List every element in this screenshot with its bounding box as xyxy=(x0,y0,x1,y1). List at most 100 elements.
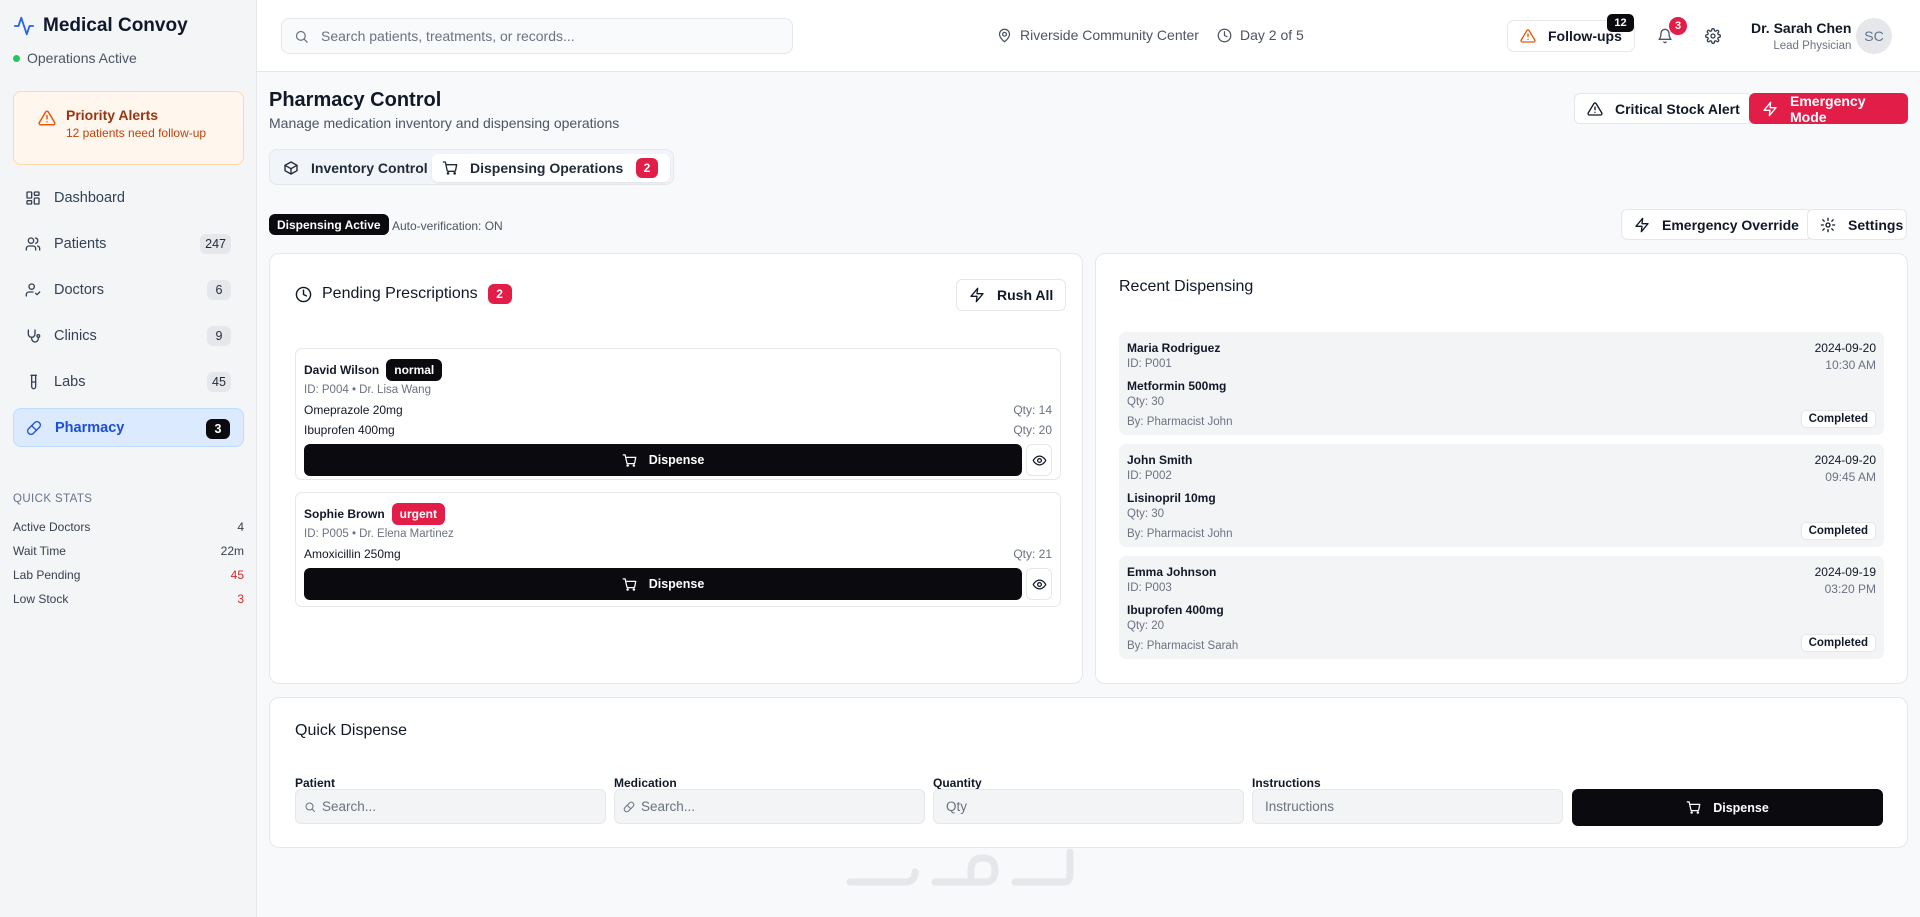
quantity-input[interactable] xyxy=(946,799,1243,814)
instructions-field[interactable] xyxy=(1252,789,1563,824)
watermark-logo xyxy=(845,842,1075,892)
quick-stat-row: Low Stock 3 xyxy=(13,587,244,611)
emergency-override-label: Emergency Override xyxy=(1662,216,1799,233)
sidebar-item-patients[interactable]: Patients 247 xyxy=(13,224,244,263)
quick-stat-row: Wait Time 22m xyxy=(13,539,244,563)
cart-icon xyxy=(622,453,637,468)
sidebar-item-label: Dashboard xyxy=(54,189,125,206)
record-time: 03:20 PM xyxy=(1824,582,1876,596)
top-header: Riverside Community Center Day 2 of 5 Fo… xyxy=(257,0,1920,72)
tab-count-badge: 2 xyxy=(636,158,658,178)
quick-dispense-button[interactable]: Dispense xyxy=(1572,789,1883,826)
users-icon xyxy=(25,236,41,252)
cart-icon xyxy=(622,577,637,592)
status-badge: Completed xyxy=(1800,410,1876,428)
dispense-button[interactable]: Dispense xyxy=(304,444,1022,476)
sidebar-nav: Dashboard Patients 247 Doctors 6 Clinics… xyxy=(13,178,244,454)
quick-dispense-label: Dispense xyxy=(1713,800,1769,815)
pending-prescriptions-title: Pending Prescriptions xyxy=(322,285,478,302)
dispense-label: Dispense xyxy=(648,453,705,467)
global-search[interactable] xyxy=(281,18,793,54)
medication-row: Omeprazole 20mg Qty: 14 xyxy=(304,403,1052,417)
quick-stat-value: 4 xyxy=(237,520,244,534)
patient-id: ID: P003 xyxy=(1127,582,1172,594)
quantity-field[interactable] xyxy=(933,789,1244,824)
pending-count-badge: 2 xyxy=(487,284,512,304)
view-details-button[interactable] xyxy=(1026,568,1052,600)
sidebar-item-pharmacy[interactable]: Pharmacy 3 xyxy=(13,408,244,447)
sidebar-item-count: 6 xyxy=(207,280,231,300)
sidebar-item-doctors[interactable]: Doctors 6 xyxy=(13,270,244,309)
medication-qty: Qty: 14 xyxy=(1013,403,1052,417)
medication-qty: Qty: 30 xyxy=(1127,396,1165,408)
location-text: Riverside Community Center xyxy=(1020,27,1199,43)
medication-field[interactable] xyxy=(614,789,925,824)
recent-dispensing-card: Recent Dispensing Maria Rodriguez 2024-09… xyxy=(1095,253,1908,684)
patient-field[interactable] xyxy=(295,789,606,824)
record-date: 2024-09-20 xyxy=(1814,453,1876,467)
emergency-mode-button[interactable]: Emergency Mode xyxy=(1749,93,1908,125)
sidebar-item-clinics[interactable]: Clinics 9 xyxy=(13,316,244,355)
tab-inventory-control[interactable]: Inventory Control xyxy=(273,154,438,182)
dispensed-by: By: Pharmacist John xyxy=(1127,528,1233,540)
prescription-card: David Wilson normal ID: P004 • Dr. Lisa … xyxy=(295,348,1061,480)
sidebar-item-count: 9 xyxy=(207,326,231,346)
sidebar: Medical Convoy Operations Active Priorit… xyxy=(0,0,257,917)
dispense-label: Dispense xyxy=(648,577,705,591)
status-badge: Completed xyxy=(1800,634,1876,652)
emergency-override-button[interactable]: Emergency Override xyxy=(1621,209,1812,240)
record-time: 09:45 AM xyxy=(1825,470,1876,484)
medication-name: Ibuprofen 400mg xyxy=(304,423,395,437)
page-subtitle: Manage medication inventory and dispensi… xyxy=(269,115,620,131)
dispensing-record: Maria Rodriguez 2024-09-20 10:30 AM ID: P… xyxy=(1119,332,1884,435)
search-input[interactable] xyxy=(321,28,761,44)
location: Riverside Community Center xyxy=(997,27,1199,43)
medication-name: Lisinopril 10mg xyxy=(1127,491,1216,505)
quick-stats-title: QUICK STATS xyxy=(13,493,93,505)
tab-list: Inventory Control Dispensing Operations … xyxy=(269,149,674,185)
view-details-button[interactable] xyxy=(1026,444,1052,476)
rush-all-button[interactable]: Rush All xyxy=(956,279,1067,311)
auto-verification-status: Auto-verification: ON xyxy=(392,219,503,233)
settings-button[interactable]: Settings xyxy=(1807,209,1907,240)
operations-status-text: Operations Active xyxy=(27,50,137,66)
pending-prescriptions-card: Pending Prescriptions 2 Rush All David W… xyxy=(269,253,1083,684)
quick-stats: QUICK STATS Active Doctors 4 Wait Time 22m… xyxy=(13,493,244,611)
dispensed-by: By: Pharmacist John xyxy=(1127,416,1233,428)
medication-row: Amoxicillin 250mg Qty: 21 xyxy=(304,547,1052,561)
medication-qty: Qty: 21 xyxy=(1013,547,1052,561)
quick-stat-row: Lab Pending 45 xyxy=(13,563,244,587)
record-time: 10:30 AM xyxy=(1825,358,1876,372)
patient-name: Emma Johnson xyxy=(1127,565,1217,579)
brand[interactable]: Medical Convoy xyxy=(13,15,188,37)
patient-search-input[interactable] xyxy=(322,799,605,814)
sidebar-item-label: Doctors xyxy=(54,281,104,298)
sidebar-item-dashboard[interactable]: Dashboard xyxy=(13,178,244,217)
clock-icon xyxy=(1217,28,1232,43)
medication-qty: Qty: 20 xyxy=(1127,620,1165,632)
warning-icon xyxy=(1587,101,1603,117)
instructions-input[interactable] xyxy=(1265,799,1562,814)
dispense-button[interactable]: Dispense xyxy=(304,568,1022,600)
user-info[interactable]: Dr. Sarah Chen Lead Physician xyxy=(1751,20,1851,52)
tab-dispensing-operations[interactable]: Dispensing Operations 2 xyxy=(432,154,670,182)
prescription-meta: ID: P004 • Dr. Lisa Wang xyxy=(304,384,431,396)
record-date: 2024-09-20 xyxy=(1814,341,1876,355)
gear-icon[interactable] xyxy=(1705,28,1721,44)
priority-alerts-card[interactable]: Priority Alerts 12 patients need follow-… xyxy=(13,91,244,165)
search-icon xyxy=(294,29,309,44)
sidebar-item-label: Patients xyxy=(54,235,107,252)
sidebar-item-count: 3 xyxy=(206,419,230,439)
quick-stat-value: 22m xyxy=(220,544,244,558)
quick-stat-label: Low Stock xyxy=(13,592,69,606)
medication-search-input[interactable] xyxy=(641,799,924,814)
tab-label: Dispensing Operations xyxy=(470,160,624,176)
dashboard-icon xyxy=(25,190,41,206)
quick-dispense-title: Quick Dispense xyxy=(295,722,408,739)
notification-count-badge: 3 xyxy=(1669,17,1687,35)
search-icon xyxy=(304,801,316,813)
critical-stock-alert-button[interactable]: Critical Stock Alert xyxy=(1574,93,1753,124)
patient-field-label: Patient xyxy=(295,776,336,790)
sidebar-item-labs[interactable]: Labs 45 xyxy=(13,362,244,401)
avatar[interactable]: SC xyxy=(1856,18,1892,54)
